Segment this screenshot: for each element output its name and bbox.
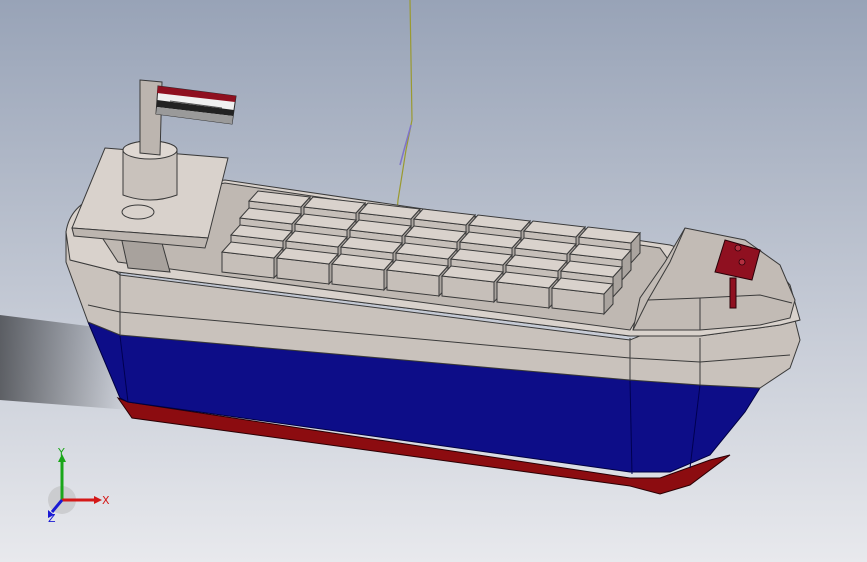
- container-box[interactable]: [330, 253, 395, 292]
- x-axis-label: X: [102, 494, 110, 507]
- y-axis-label: Y: [57, 448, 65, 459]
- container-box[interactable]: [495, 271, 560, 310]
- coordinate-triad: Y X Z: [48, 448, 110, 524]
- container-box[interactable]: [220, 241, 285, 280]
- z-axis-label: Z: [48, 512, 56, 524]
- graphics-viewport[interactable]: Y X Z: [0, 0, 867, 562]
- container-box[interactable]: [440, 265, 505, 304]
- x-axis-arrow-icon: [94, 496, 102, 504]
- container-box[interactable]: [550, 277, 615, 316]
- container-box[interactable]: [385, 259, 450, 298]
- cad-scene[interactable]: [0, 0, 867, 562]
- container-box[interactable]: [275, 247, 340, 286]
